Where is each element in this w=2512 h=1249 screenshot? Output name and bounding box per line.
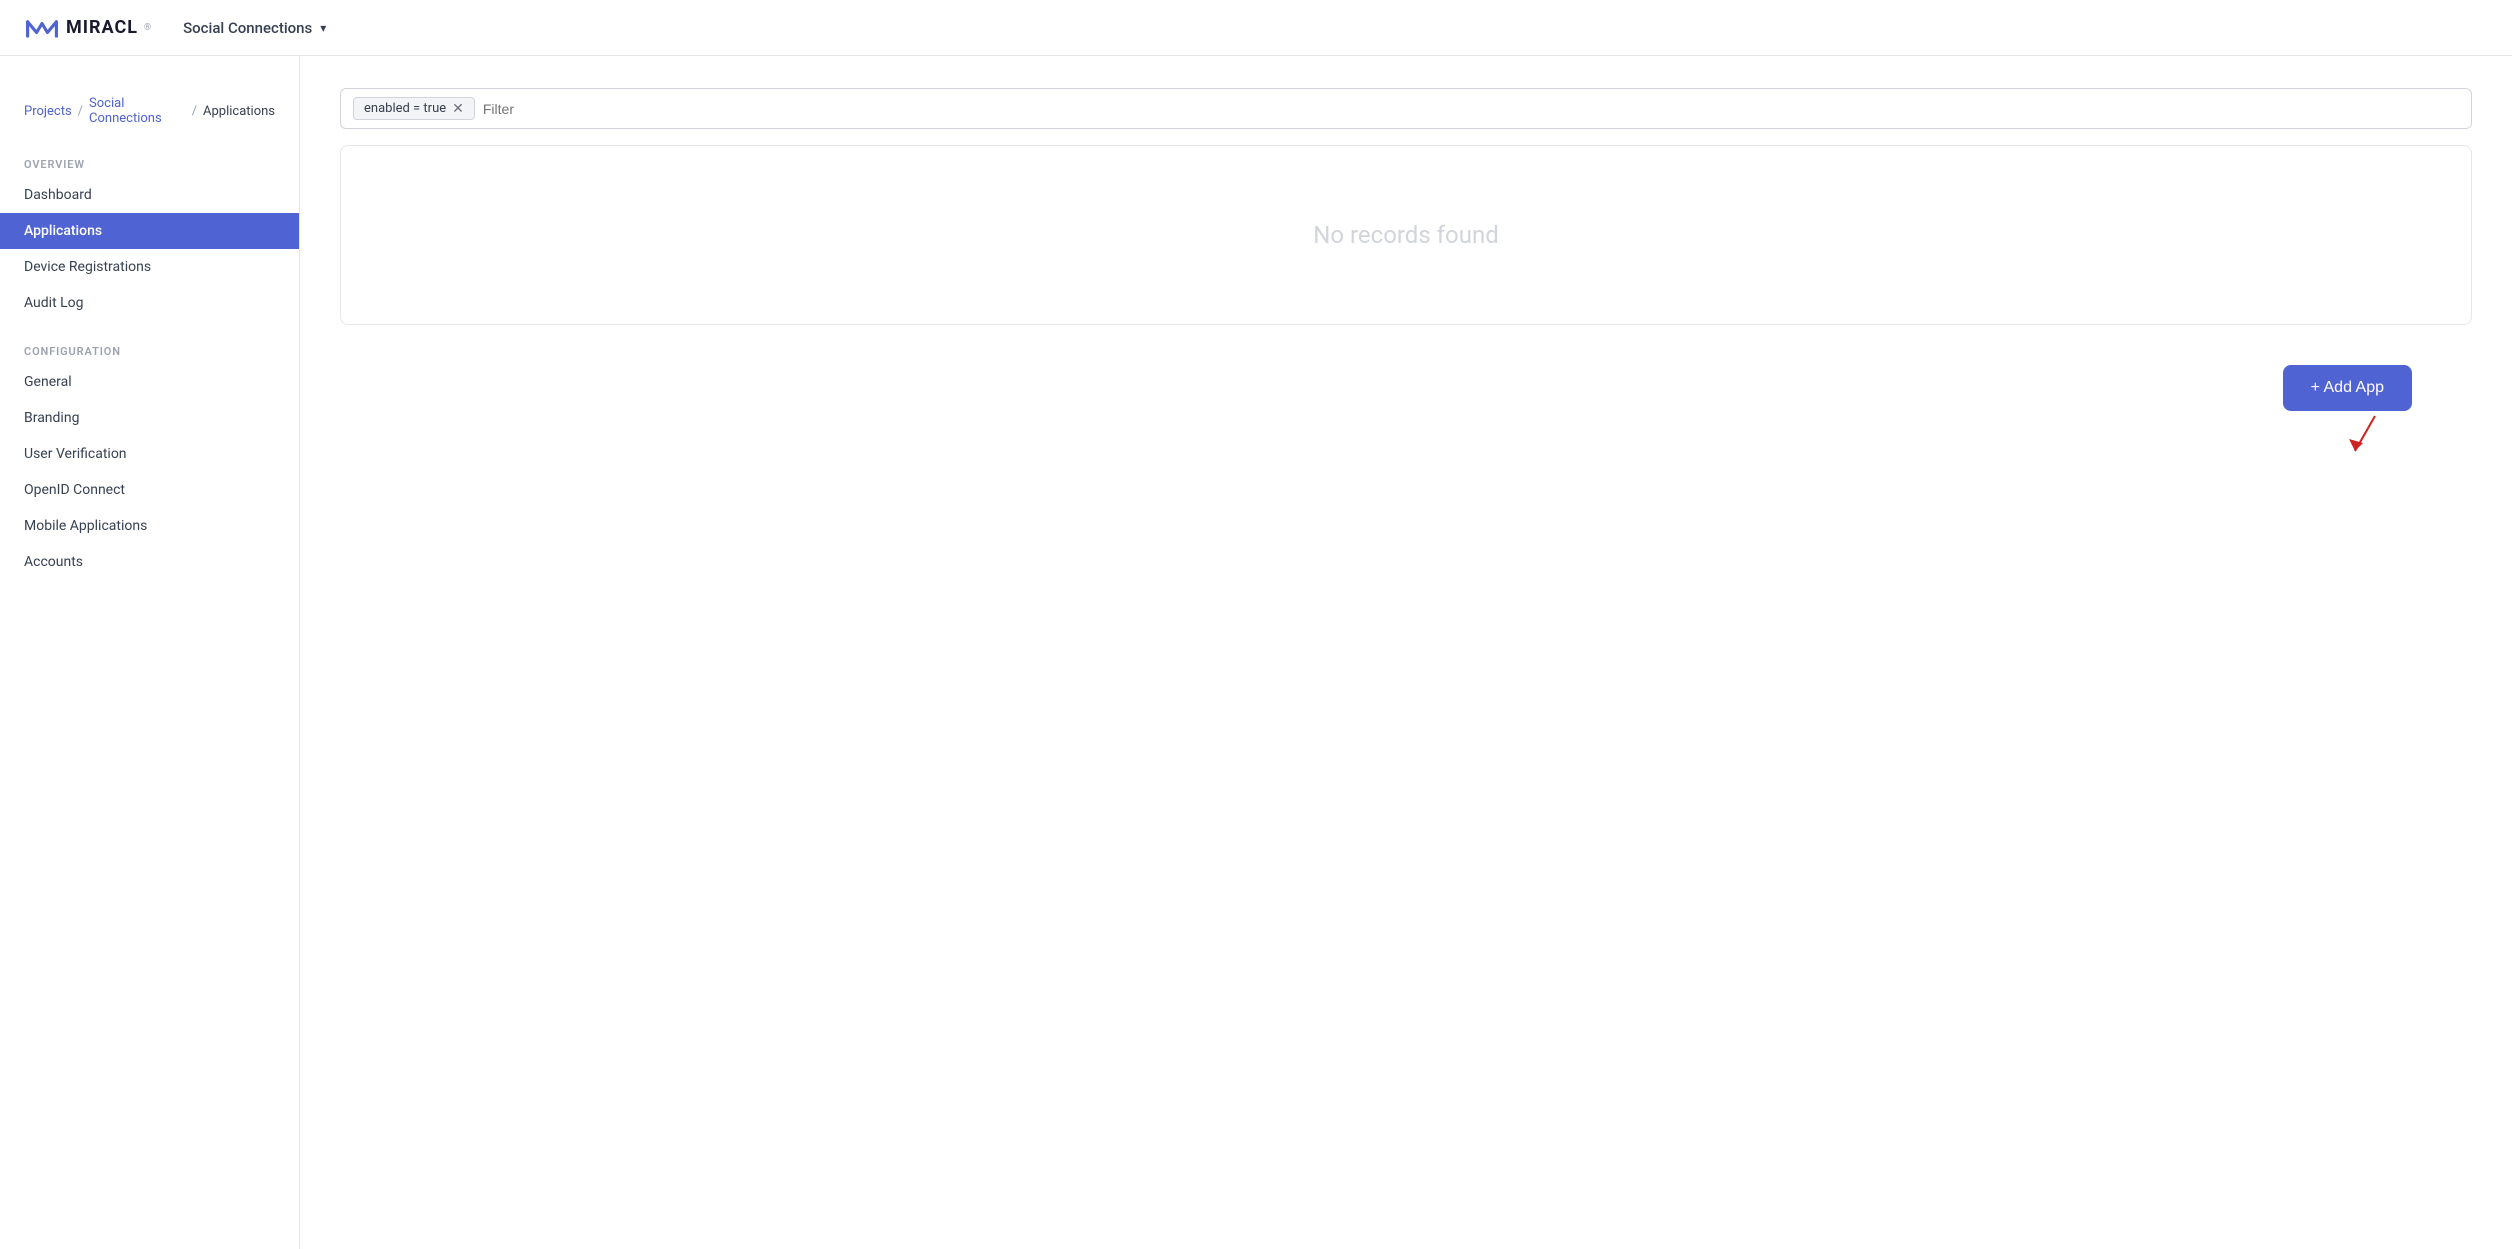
sidebar-item-user-verification[interactable]: User Verification [0, 436, 299, 472]
project-selector[interactable]: Social Connections ▾ [183, 19, 326, 37]
breadcrumb-current: Applications [203, 104, 275, 119]
sidebar-item-applications[interactable]: Applications [0, 213, 299, 249]
main-container: Projects / Social Connections / Applicat… [0, 56, 2512, 1249]
logo-registered: ® [144, 23, 151, 33]
sidebar-item-dashboard[interactable]: Dashboard [0, 177, 299, 213]
breadcrumb-projects[interactable]: Projects [24, 104, 72, 119]
breadcrumb: Projects / Social Connections / Applicat… [0, 80, 299, 150]
add-app-area: + Add App [340, 365, 2472, 411]
logo-text: MIRACL [66, 17, 138, 38]
miracl-logo-icon [24, 14, 60, 42]
app-header: MIRACL ® Social Connections ▾ [0, 0, 2512, 56]
add-app-button[interactable]: + Add App [2283, 365, 2412, 411]
filter-input[interactable] [483, 101, 2459, 117]
arrow-annotation [2335, 411, 2395, 461]
sidebar-item-general[interactable]: General [0, 364, 299, 400]
records-panel: No records found [340, 145, 2472, 325]
filter-tag-enabled[interactable]: enabled = true ✕ [353, 97, 475, 120]
filter-tag-close-icon[interactable]: ✕ [452, 102, 464, 116]
overview-section-label: OVERVIEW [0, 150, 299, 177]
sidebar-item-device-registrations[interactable]: Device Registrations [0, 249, 299, 285]
filter-bar[interactable]: enabled = true ✕ [340, 88, 2472, 129]
configuration-section-label: CONFIGURATION [0, 337, 299, 364]
breadcrumb-social-connections[interactable]: Social Connections [89, 96, 186, 126]
sidebar-item-audit-log[interactable]: Audit Log [0, 285, 299, 321]
main-content: enabled = true ✕ No records found + Add … [300, 56, 2512, 1249]
breadcrumb-sep-1: / [78, 104, 83, 119]
sidebar-item-openid-connect[interactable]: OpenID Connect [0, 472, 299, 508]
no-records-text: No records found [1313, 221, 1498, 249]
sidebar: Projects / Social Connections / Applicat… [0, 56, 300, 1249]
chevron-down-icon: ▾ [320, 21, 326, 35]
sidebar-item-branding[interactable]: Branding [0, 400, 299, 436]
project-name: Social Connections [183, 19, 312, 37]
sidebar-item-mobile-applications[interactable]: Mobile Applications [0, 508, 299, 544]
filter-tag-label: enabled = true [364, 101, 446, 116]
sidebar-item-accounts[interactable]: Accounts [0, 544, 299, 580]
logo[interactable]: MIRACL ® [24, 14, 151, 42]
breadcrumb-sep-2: / [192, 104, 197, 119]
